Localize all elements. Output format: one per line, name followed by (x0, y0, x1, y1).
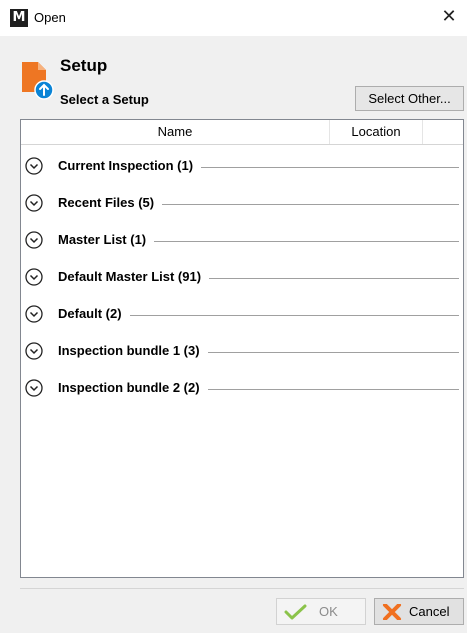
setup-subtitle: Select a Setup (60, 92, 149, 107)
chevron-down-circle-icon[interactable] (25, 157, 43, 175)
chevron-down-circle-icon[interactable] (25, 194, 43, 212)
cancel-button[interactable]: Cancel (374, 598, 464, 625)
window-title: Open (34, 10, 66, 25)
ok-label: OK (319, 604, 338, 619)
title-bar: M Open ✕ (0, 0, 467, 36)
checkmark-icon (284, 604, 307, 620)
chevron-down-circle-icon[interactable] (25, 231, 43, 249)
group-default-master-list[interactable]: Default Master List (91) (21, 259, 463, 295)
group-label: Default (2) (58, 306, 130, 321)
app-logo-icon: M (10, 9, 28, 27)
group-inspection-bundle-1[interactable]: Inspection bundle 1 (3) (21, 333, 463, 369)
setup-title: Setup (60, 56, 108, 75)
group-recent-files[interactable]: Recent Files (5) (21, 185, 463, 221)
setup-list[interactable]: Name Location Current Inspection (1) Rec… (20, 119, 464, 578)
group-label: Current Inspection (1) (58, 158, 202, 173)
chevron-down-circle-icon[interactable] (25, 342, 43, 360)
group-label: Inspection bundle 2 (2) (58, 380, 208, 395)
chevron-down-circle-icon[interactable] (25, 268, 43, 286)
cancel-label: Cancel (409, 604, 450, 619)
group-current-inspection[interactable]: Current Inspection (1) (21, 148, 463, 184)
select-other-button[interactable]: Select Other... (355, 86, 464, 111)
setup-file-icon (22, 62, 54, 100)
group-default[interactable]: Default (2) (21, 296, 463, 332)
x-icon (383, 604, 401, 620)
chevron-down-circle-icon[interactable] (25, 379, 43, 397)
column-location[interactable]: Location (330, 120, 423, 144)
close-icon[interactable]: ✕ (439, 6, 459, 28)
column-header: Name Location (21, 120, 463, 145)
column-name[interactable]: Name (21, 120, 330, 144)
footer-divider (20, 588, 464, 589)
group-label: Master List (1) (58, 232, 155, 247)
group-label: Default Master List (91) (58, 269, 210, 284)
ok-button[interactable]: OK (276, 598, 366, 625)
chevron-down-circle-icon[interactable] (25, 305, 43, 323)
group-inspection-bundle-2[interactable]: Inspection bundle 2 (2) (21, 370, 463, 406)
group-master-list[interactable]: Master List (1) (21, 222, 463, 258)
group-label: Inspection bundle 1 (3) (58, 343, 208, 358)
group-label: Recent Files (5) (58, 195, 163, 210)
column-extra (423, 120, 463, 144)
